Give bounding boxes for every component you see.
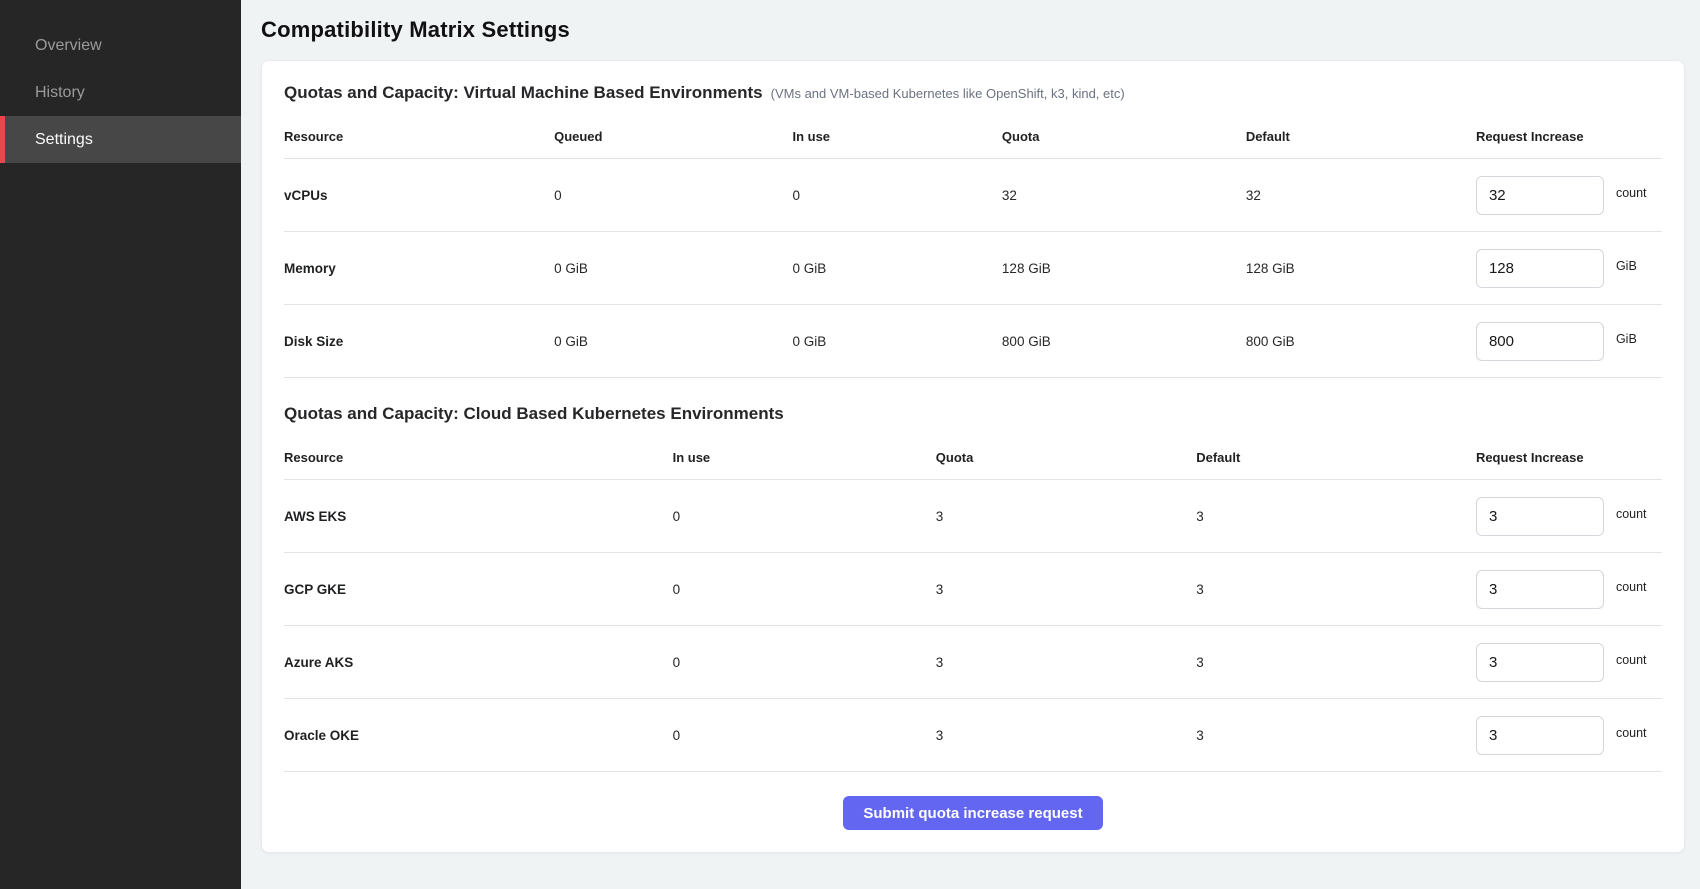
unit-label: count xyxy=(1616,186,1647,200)
cell-value: 3 xyxy=(1196,655,1476,670)
column-header: Request Increase xyxy=(1476,450,1662,465)
cell-value: 128 GiB xyxy=(1246,261,1476,276)
cell-value: 0 xyxy=(673,655,936,670)
cell-value: 3 xyxy=(1196,728,1476,743)
cell-value: 3 xyxy=(936,655,1196,670)
quota-table: ResourceIn useQuotaDefaultRequest Increa… xyxy=(284,428,1662,772)
section-title: Quotas and Capacity: Cloud Based Kuberne… xyxy=(284,404,784,424)
unit-label: GiB xyxy=(1616,259,1637,273)
request-increase-input[interactable] xyxy=(1476,176,1604,215)
submit-quota-request-button[interactable]: Submit quota increase request xyxy=(843,796,1102,830)
section-title: Quotas and Capacity: Virtual Machine Bas… xyxy=(284,83,763,103)
column-header: Quota xyxy=(1002,129,1246,144)
cell-value: 800 GiB xyxy=(1002,334,1246,349)
resource-name: Memory xyxy=(284,261,554,276)
quota-section: Quotas and Capacity: Cloud Based Kuberne… xyxy=(284,404,1662,772)
table-row: Azure AKS033count xyxy=(284,626,1662,699)
quota-table: ResourceQueuedIn useQuotaDefaultRequest … xyxy=(284,107,1662,378)
table-header-row: ResourceQueuedIn useQuotaDefaultRequest … xyxy=(284,107,1662,159)
request-increase-input[interactable] xyxy=(1476,570,1604,609)
column-header: Default xyxy=(1246,129,1476,144)
cell-value: 800 GiB xyxy=(1246,334,1476,349)
table-row: AWS EKS033count xyxy=(284,480,1662,553)
cell-value: 3 xyxy=(936,582,1196,597)
resource-name: AWS EKS xyxy=(284,509,673,524)
table-row: GCP GKE033count xyxy=(284,553,1662,626)
request-increase-input[interactable] xyxy=(1476,322,1604,361)
sidebar-item-settings[interactable]: Settings xyxy=(0,116,241,163)
resource-name: Disk Size xyxy=(284,334,554,349)
card-footer: Submit quota increase request xyxy=(284,772,1662,830)
page-title: Compatibility Matrix Settings xyxy=(261,17,1685,43)
unit-label: count xyxy=(1616,653,1647,667)
table-row: vCPUs003232count xyxy=(284,159,1662,232)
unit-label: count xyxy=(1616,726,1647,740)
request-increase-cell: GiB xyxy=(1476,322,1662,361)
cell-value: 32 xyxy=(1002,188,1246,203)
settings-card: Quotas and Capacity: Virtual Machine Bas… xyxy=(261,60,1685,853)
sidebar-item-history[interactable]: History xyxy=(0,69,241,116)
column-header: Quota xyxy=(936,450,1196,465)
request-increase-input[interactable] xyxy=(1476,643,1604,682)
request-increase-cell: count xyxy=(1476,716,1662,755)
cell-value: 0 xyxy=(792,188,1001,203)
request-increase-cell: count xyxy=(1476,643,1662,682)
cell-value: 3 xyxy=(936,509,1196,524)
cell-value: 0 GiB xyxy=(554,261,792,276)
column-header: Queued xyxy=(554,129,792,144)
cell-value: 32 xyxy=(1246,188,1476,203)
quota-section: Quotas and Capacity: Virtual Machine Bas… xyxy=(284,83,1662,378)
resource-name: vCPUs xyxy=(284,188,554,203)
table-header-row: ResourceIn useQuotaDefaultRequest Increa… xyxy=(284,428,1662,480)
table-row: Disk Size0 GiB0 GiB800 GiB800 GiBGiB xyxy=(284,305,1662,378)
cell-value: 3 xyxy=(1196,582,1476,597)
resource-name: Azure AKS xyxy=(284,655,673,670)
request-increase-input[interactable] xyxy=(1476,497,1604,536)
unit-label: count xyxy=(1616,580,1647,594)
request-increase-cell: count xyxy=(1476,176,1662,215)
section-note: (VMs and VM-based Kubernetes like OpenSh… xyxy=(771,86,1125,101)
request-increase-cell: count xyxy=(1476,497,1662,536)
unit-label: count xyxy=(1616,507,1647,521)
main-content: Compatibility Matrix Settings Quotas and… xyxy=(241,0,1700,889)
cell-value: 0 GiB xyxy=(554,334,792,349)
sidebar: OverviewHistorySettings xyxy=(0,0,241,889)
cell-value: 0 xyxy=(673,728,936,743)
column-header: Resource xyxy=(284,129,554,144)
request-increase-input[interactable] xyxy=(1476,716,1604,755)
column-header: In use xyxy=(792,129,1001,144)
column-header: Resource xyxy=(284,450,673,465)
cell-value: 0 xyxy=(673,509,936,524)
column-header: Request Increase xyxy=(1476,129,1662,144)
request-increase-cell: count xyxy=(1476,570,1662,609)
request-increase-input[interactable] xyxy=(1476,249,1604,288)
resource-name: GCP GKE xyxy=(284,582,673,597)
cell-value: 3 xyxy=(1196,509,1476,524)
column-header: In use xyxy=(673,450,936,465)
cell-value: 0 xyxy=(554,188,792,203)
unit-label: GiB xyxy=(1616,332,1637,346)
table-row: Memory0 GiB0 GiB128 GiB128 GiBGiB xyxy=(284,232,1662,305)
table-row: Oracle OKE033count xyxy=(284,699,1662,772)
cell-value: 3 xyxy=(936,728,1196,743)
sidebar-item-overview[interactable]: Overview xyxy=(0,22,241,69)
request-increase-cell: GiB xyxy=(1476,249,1662,288)
cell-value: 0 xyxy=(673,582,936,597)
cell-value: 0 GiB xyxy=(792,261,1001,276)
cell-value: 0 GiB xyxy=(792,334,1001,349)
resource-name: Oracle OKE xyxy=(284,728,673,743)
cell-value: 128 GiB xyxy=(1002,261,1246,276)
column-header: Default xyxy=(1196,450,1476,465)
